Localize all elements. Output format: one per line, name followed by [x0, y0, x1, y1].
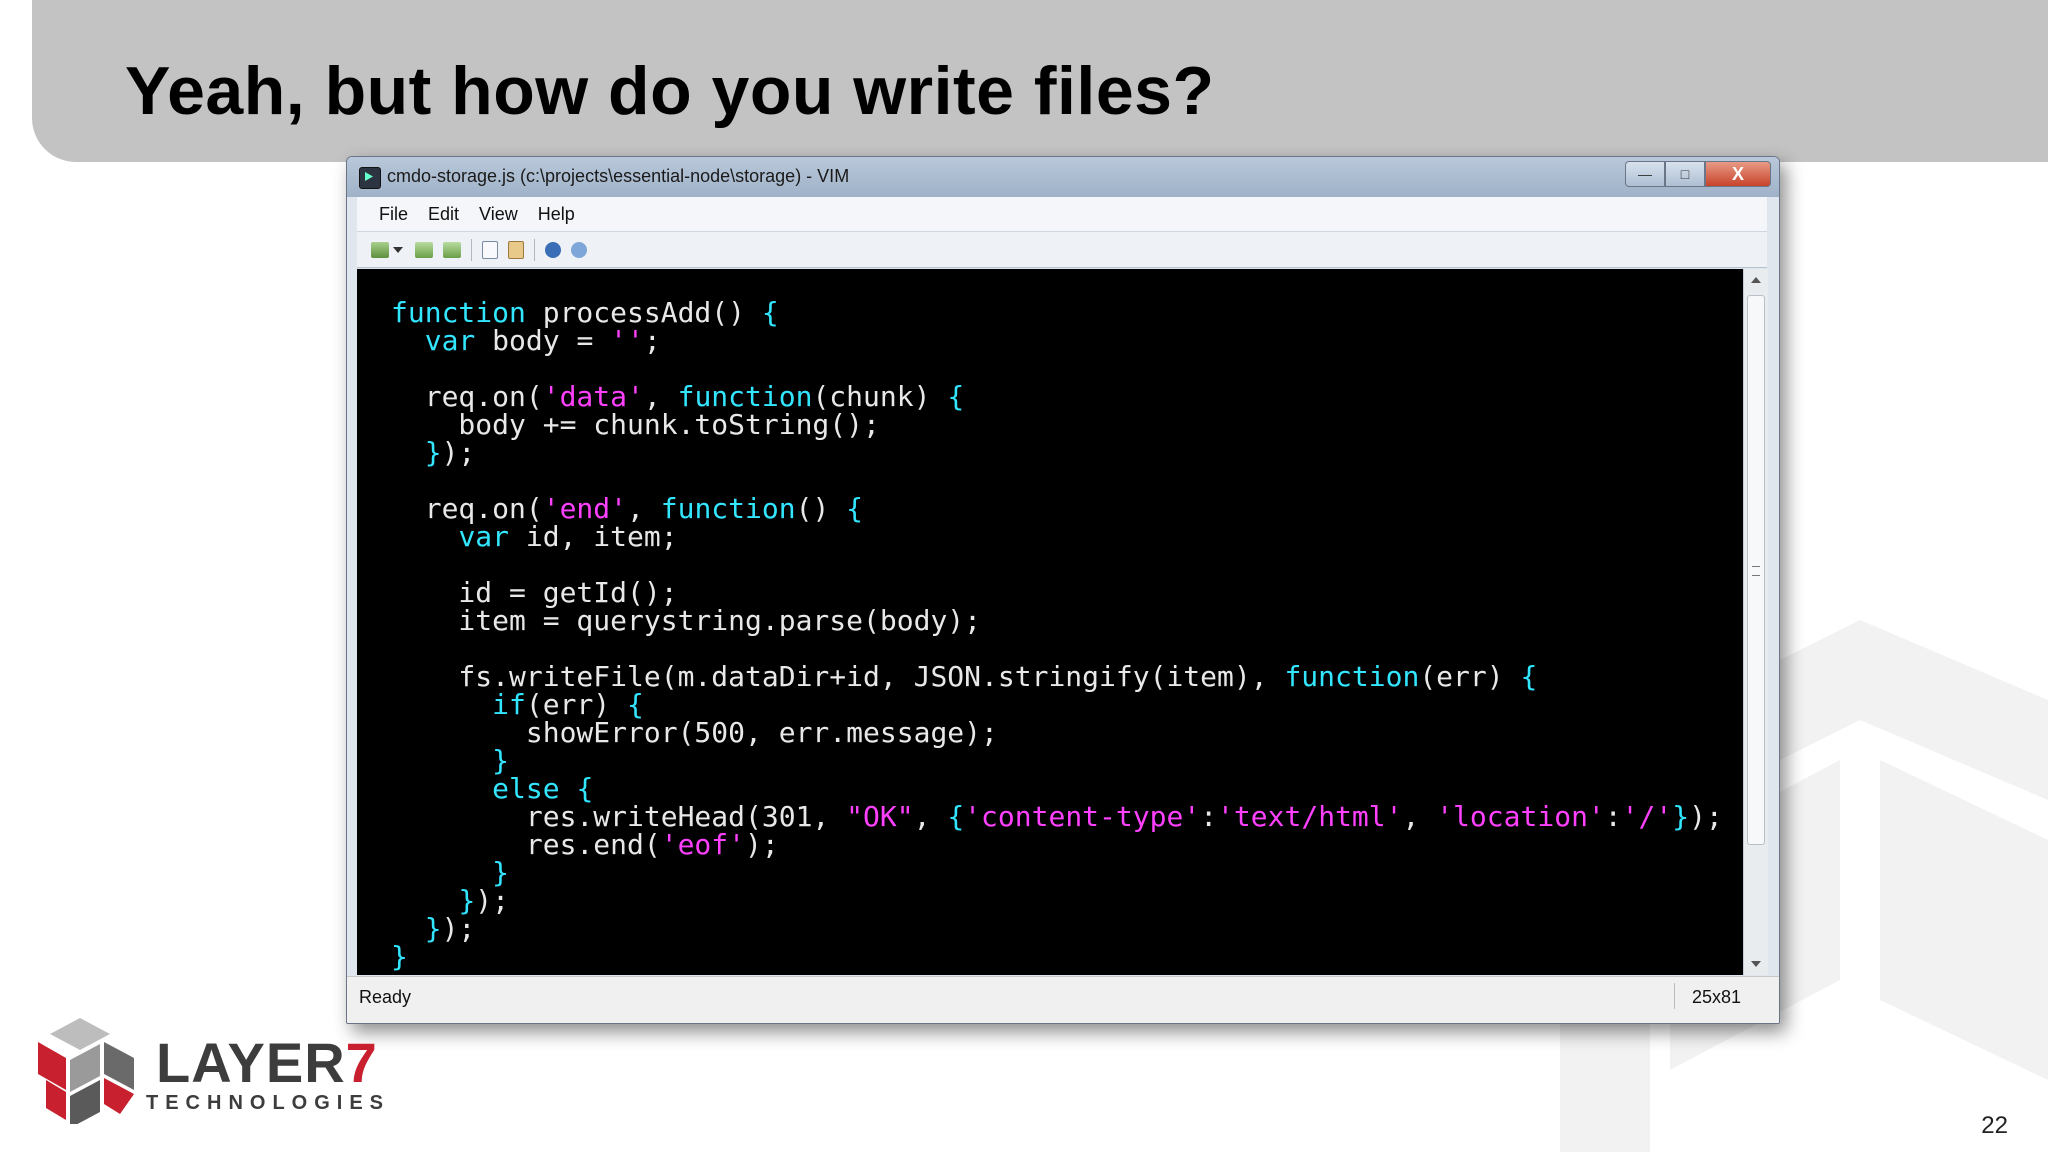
- maximize-button[interactable]: □: [1665, 161, 1705, 187]
- code-line: }: [391, 943, 408, 971]
- code-token: "OK": [846, 800, 914, 833]
- back-icon[interactable]: [415, 241, 433, 258]
- minimize-button[interactable]: —: [1625, 161, 1665, 187]
- toolbar-separator: [534, 238, 535, 261]
- code-token: '/': [1621, 800, 1673, 833]
- code-token: );: [1689, 800, 1723, 833]
- window-controls: — □ X: [1625, 161, 1771, 187]
- code-line: body += chunk.toString();: [391, 411, 879, 439]
- menu-file[interactable]: File: [379, 204, 408, 225]
- code-token: }: [424, 436, 442, 469]
- code-line: }: [391, 747, 509, 775]
- code-token: );: [475, 884, 510, 917]
- code-line: });: [391, 436, 476, 469]
- scroll-down-arrow-icon[interactable]: [1751, 961, 1761, 967]
- code-token: {: [947, 380, 965, 413]
- copy-icon[interactable]: [482, 240, 498, 259]
- code-token: {: [947, 800, 965, 833]
- logo-name-main: LAYER: [156, 1031, 346, 1094]
- code-line: var body = '';: [391, 327, 661, 355]
- window-title: cmdo-storage.js (c:\projects\essential-n…: [387, 166, 850, 186]
- toolbar: [357, 232, 1767, 268]
- code-line: });: [391, 887, 509, 915]
- code-token: (): [795, 492, 847, 525]
- code-token: }: [424, 912, 442, 945]
- code-token: id, item;: [509, 520, 678, 553]
- code-line: });: [391, 912, 476, 945]
- help-icon[interactable]: [571, 241, 587, 258]
- menu-help[interactable]: Help: [538, 204, 575, 225]
- vim-app-icon: [359, 167, 381, 189]
- menu-bar: File Edit View Help: [357, 197, 1767, 232]
- code-token: ,: [1402, 800, 1437, 833]
- code-token: function: [1284, 660, 1420, 693]
- code-line: function processAdd() {: [391, 299, 779, 327]
- status-bar: Ready 25x81: [347, 976, 1779, 1023]
- code-token: item = querystring.parse(body);: [391, 604, 982, 637]
- code-editor[interactable]: function processAdd() { var body = ''; r…: [357, 269, 1743, 975]
- code-line: var id, item;: [391, 520, 678, 553]
- code-token: (err): [1419, 660, 1521, 693]
- code-line: showError(500, err.message);: [391, 719, 998, 747]
- code-token: }: [1672, 800, 1690, 833]
- toolbar-separator: [471, 238, 472, 261]
- paste-icon[interactable]: [508, 240, 524, 259]
- window-titlebar[interactable]: cmdo-storage.js (c:\projects\essential-n…: [347, 157, 1779, 197]
- logo-name-digit: 7: [345, 1031, 378, 1094]
- vim-window[interactable]: cmdo-storage.js (c:\projects\essential-n…: [346, 156, 1780, 1024]
- code-token: var: [424, 324, 476, 357]
- code-line: }: [391, 859, 509, 887]
- code-token: 'text/html': [1217, 800, 1403, 833]
- code-line: item = querystring.parse(body);: [391, 607, 981, 635]
- code-line: req.on('data', function(chunk) {: [391, 383, 964, 411]
- code-token: ;: [643, 324, 661, 357]
- forward-icon[interactable]: [443, 241, 461, 258]
- slide-title: Yeah, but how do you write files?: [125, 53, 1215, 129]
- code-line: else {: [391, 775, 593, 803]
- page-number: 22: [1981, 1112, 2008, 1139]
- code-token: body =: [475, 324, 611, 357]
- code-token: 'eof': [660, 828, 746, 861]
- code-token: );: [441, 912, 476, 945]
- scrollbar-thumb[interactable]: [1747, 295, 1765, 845]
- close-button[interactable]: X: [1705, 161, 1771, 187]
- code-token: function: [660, 492, 796, 525]
- code-line: id = getId();: [391, 579, 677, 607]
- code-line: if(err) {: [391, 691, 644, 719]
- info-icon[interactable]: [545, 241, 561, 258]
- scroll-grip-icon: [1752, 566, 1760, 576]
- code-token: 'location': [1436, 800, 1605, 833]
- code-token: {: [761, 296, 779, 329]
- code-line: fs.writeFile(m.dataDir+id, JSON.stringif…: [391, 663, 1537, 691]
- status-separator: [1674, 983, 1675, 1009]
- vertical-scrollbar[interactable]: [1743, 269, 1768, 975]
- code-token: :: [1200, 800, 1218, 833]
- logo-wordmark: LAYER7: [156, 1030, 378, 1095]
- code-token: '': [610, 324, 644, 357]
- logo-subtitle: TECHNOLOGIES: [146, 1092, 391, 1114]
- menu-view[interactable]: View: [479, 204, 518, 225]
- new-session-icon[interactable]: [371, 241, 389, 258]
- menu-edit[interactable]: Edit: [428, 204, 459, 225]
- code-token: }: [391, 940, 408, 973]
- code-token: 'content-type': [964, 800, 1201, 833]
- code-token: );: [745, 828, 779, 861]
- dropdown-arrow-icon[interactable]: [393, 246, 403, 253]
- code-line: res.end('eof');: [391, 831, 779, 859]
- code-token: {: [1520, 660, 1538, 693]
- code-line: res.writeHead(301, "OK", {'content-type'…: [391, 803, 1723, 831]
- code-token: {: [846, 492, 864, 525]
- cursor-position: 25x81: [1691, 987, 1741, 1007]
- code-token: );: [441, 436, 476, 469]
- code-token: var: [458, 520, 510, 553]
- code-token: :: [1604, 800, 1622, 833]
- scroll-up-arrow-icon[interactable]: [1751, 277, 1761, 283]
- code-token: ,: [913, 800, 948, 833]
- code-line: req.on('end', function() {: [391, 495, 863, 523]
